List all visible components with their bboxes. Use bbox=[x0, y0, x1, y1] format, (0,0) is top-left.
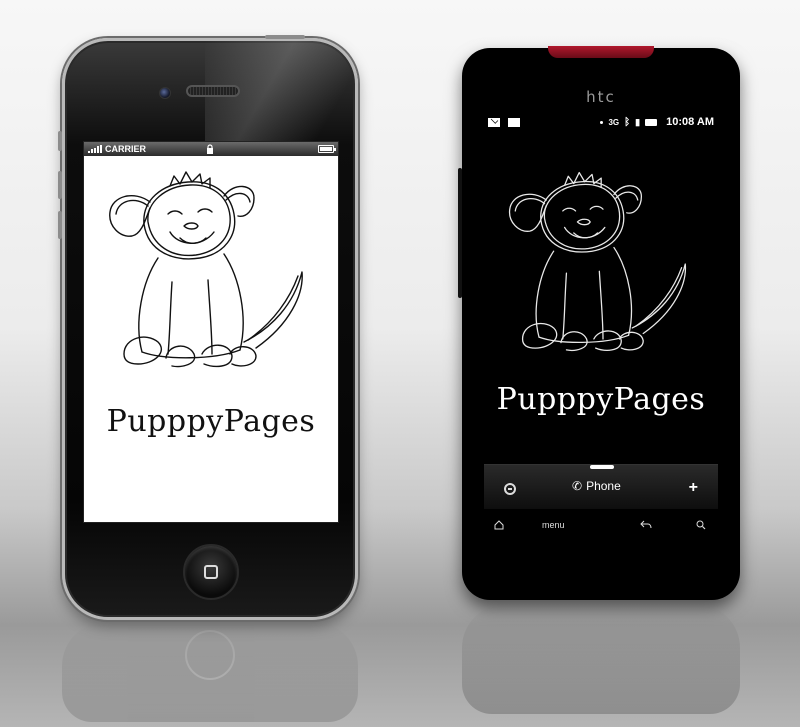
iphone-earpiece-speaker bbox=[186, 85, 240, 97]
iphone-volume-up-button[interactable] bbox=[58, 171, 62, 199]
android-status-bar: 3G ᛒ ▮ 10:08 AM bbox=[484, 114, 718, 130]
htc-brand-logo: htc bbox=[586, 88, 616, 106]
battery-icon bbox=[645, 118, 658, 126]
android-dock: ✆ Phone + bbox=[484, 464, 718, 509]
bluetooth-icon: ᛒ bbox=[624, 116, 631, 128]
notification-dot-icon bbox=[600, 120, 604, 124]
home-key[interactable] bbox=[494, 520, 504, 532]
phone-handset-icon: ✆ bbox=[572, 479, 583, 493]
iphone-front-camera bbox=[159, 87, 171, 99]
back-arrow-icon bbox=[640, 520, 652, 529]
battery-icon bbox=[318, 145, 336, 153]
back-key[interactable] bbox=[640, 520, 652, 532]
home-icon bbox=[494, 520, 504, 530]
home-square-icon bbox=[204, 565, 218, 579]
iphone-silent-switch[interactable] bbox=[58, 131, 62, 151]
ios-status-bar: CARRIER bbox=[84, 142, 338, 156]
mail-icon bbox=[488, 117, 500, 127]
htc-reflection-body bbox=[462, 604, 740, 714]
htc-side-volume-rocker[interactable] bbox=[458, 168, 462, 298]
iphone-screen[interactable]: CARRIER PupppyPages bbox=[83, 141, 339, 523]
htc-screen[interactable]: 3G ᛒ ▮ 10:08 AM PupppyPages ✆ Phone + bbox=[484, 114, 718, 532]
app-title: PupppyPages bbox=[496, 382, 706, 417]
circle-minus-icon[interactable] bbox=[504, 483, 516, 495]
search-key[interactable] bbox=[696, 520, 706, 532]
iphone-volume-down-button[interactable] bbox=[58, 211, 62, 239]
sms-icon bbox=[508, 117, 520, 127]
app-title: PupppyPages bbox=[106, 404, 316, 439]
iphone-reflection-body bbox=[62, 622, 358, 722]
iphone-power-button[interactable] bbox=[265, 35, 305, 39]
iphone-home-button[interactable] bbox=[183, 544, 239, 600]
puppy-sketch-image bbox=[109, 171, 303, 368]
status-time: 10:08 AM bbox=[666, 116, 714, 128]
puppy-sketch-image bbox=[509, 171, 687, 351]
phone-dock-button[interactable]: ✆ Phone bbox=[572, 479, 621, 493]
plus-icon[interactable]: + bbox=[689, 479, 698, 497]
network-icon: 3G bbox=[608, 117, 620, 127]
lock-icon bbox=[207, 144, 213, 154]
menu-key[interactable]: menu bbox=[542, 520, 565, 530]
htc-reflection bbox=[462, 604, 740, 714]
stage: CARRIER PupppyPages htc 3G ᛒ ▮ 10:08 AM … bbox=[0, 0, 800, 727]
htc-device: htc 3G ᛒ ▮ 10:08 AM PupppyPages ✆ Phone … bbox=[458, 46, 740, 600]
iphone-device: CARRIER PupppyPages bbox=[58, 35, 358, 620]
iphone-reflection-home bbox=[185, 630, 235, 680]
dock-handle[interactable] bbox=[590, 465, 614, 469]
carrier-label: CARRIER bbox=[105, 144, 147, 154]
android-hardware-keys: menu bbox=[484, 520, 718, 540]
iphone-reflection bbox=[62, 622, 358, 722]
phone-label: Phone bbox=[586, 479, 621, 493]
signal-bars-icon: ▮ bbox=[635, 116, 641, 127]
htc-top-accent-strip bbox=[548, 46, 654, 58]
search-icon bbox=[696, 520, 706, 530]
signal-bars-icon bbox=[88, 145, 102, 153]
